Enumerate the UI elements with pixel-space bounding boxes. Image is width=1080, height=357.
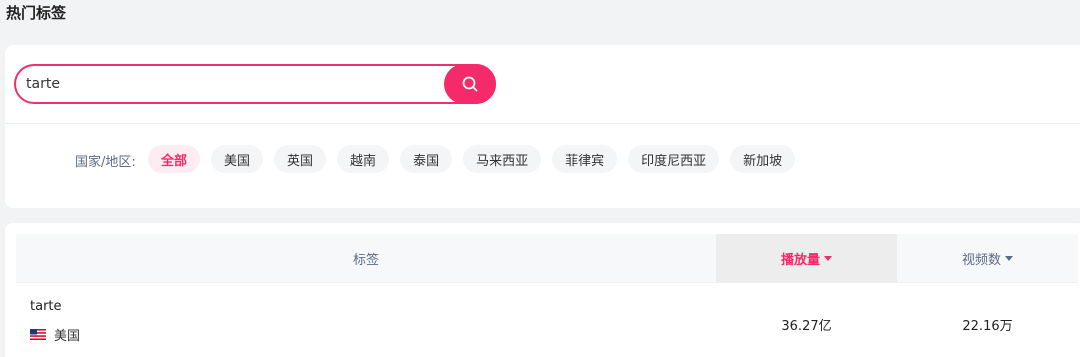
column-header-plays-label: 播放量: [780, 252, 820, 268]
filter-card: 国家/地区: 全部 美国 英国 越南 泰国 马来西亚 菲律宾 印度尼西亚 新加坡: [5, 45, 1080, 208]
chip-indonesia[interactable]: 印度尼西亚: [628, 145, 720, 173]
chip-us[interactable]: 美国: [211, 145, 264, 173]
divider: [5, 123, 1080, 124]
column-header-tag-label: 标签: [352, 252, 379, 268]
search-box: [14, 64, 496, 104]
tags-table: 标签 播放量 视频数 tarte 美国 36.27亿 22.16万: [5, 223, 1080, 357]
column-header-plays[interactable]: 播放量: [716, 234, 897, 282]
column-header-videos[interactable]: 视频数: [897, 234, 1078, 282]
chip-vietnam[interactable]: 越南: [337, 145, 390, 173]
search-icon: [462, 76, 478, 92]
table-row-videos: 22.16万: [962, 319, 1013, 334]
table-header: 标签 播放量 视频数: [16, 234, 1078, 282]
table-row-region: 美国: [30, 325, 80, 344]
search-button[interactable]: [444, 64, 496, 104]
region-chips: 全部 美国 英国 越南 泰国 马来西亚 菲律宾 印度尼西亚 新加坡: [148, 145, 796, 173]
page-title: 热门标签: [6, 4, 67, 22]
region-label: 国家/地区:: [75, 155, 136, 170]
row-divider: [16, 282, 1078, 283]
chip-thailand[interactable]: 泰国: [400, 145, 453, 173]
table-row-region-label: 美国: [54, 329, 81, 344]
chip-all[interactable]: 全部: [148, 145, 201, 173]
column-header-tag: 标签: [16, 234, 716, 282]
column-header-videos-label: 视频数: [961, 252, 1001, 268]
search-input[interactable]: [26, 73, 436, 95]
chip-singapore[interactable]: 新加坡: [730, 145, 796, 173]
caret-down-icon: [1005, 255, 1013, 261]
caret-down-icon: [824, 255, 832, 261]
chip-uk[interactable]: 英国: [274, 145, 327, 173]
table-row-plays: 36.27亿: [781, 319, 832, 334]
us-flag-icon: [30, 329, 46, 340]
chip-philippines[interactable]: 菲律宾: [552, 145, 618, 173]
chip-malaysia[interactable]: 马来西亚: [463, 145, 542, 173]
table-row-tag[interactable]: tarte: [30, 299, 62, 314]
